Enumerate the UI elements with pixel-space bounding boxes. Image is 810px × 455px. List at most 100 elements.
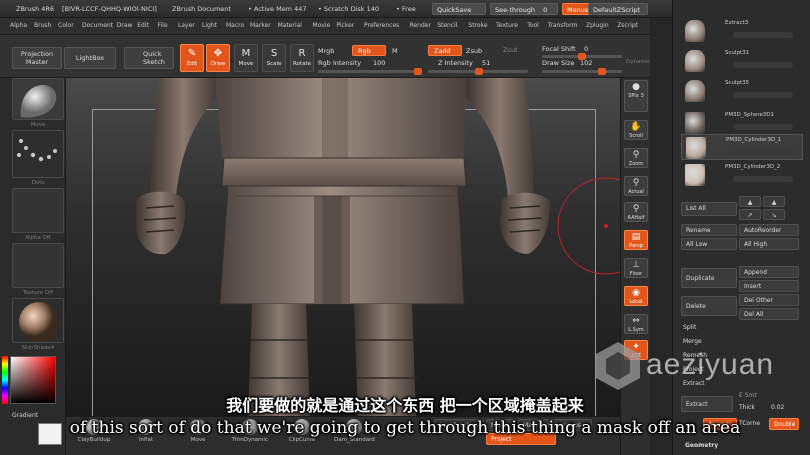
visibility-toggle[interactable]	[733, 124, 793, 130]
all-high-button[interactable]: All High	[739, 238, 799, 250]
arrow-up-icon[interactable]: ↗	[739, 209, 761, 220]
texture-selector[interactable]	[12, 243, 64, 288]
list-all-button[interactable]: List All	[681, 202, 737, 216]
visibility-toggle[interactable]	[733, 62, 793, 68]
spix-button[interactable]: ● SPix 3	[624, 80, 648, 112]
visibility-toggle[interactable]	[733, 176, 793, 182]
scroll-button[interactable]: ✋ Scroll	[624, 120, 648, 140]
menu-picker[interactable]: Picker	[336, 22, 354, 29]
rgb-intensity-knob[interactable]	[414, 68, 422, 75]
subtool-item[interactable]: PM3D_Cylinder3D_2	[681, 162, 803, 188]
focal-shift-slider[interactable]	[542, 53, 622, 60]
subtool-item[interactable]: PM3D_Cylinder3D_1	[681, 134, 803, 160]
projection-master-button[interactable]: Projection Master	[12, 47, 62, 69]
insert-button[interactable]: Insert	[739, 280, 799, 292]
rgb-toggle[interactable]: Rgb	[352, 45, 386, 56]
persp-button[interactable]: ▤ Persp	[624, 230, 648, 250]
move-up-button[interactable]: ▲	[739, 196, 761, 207]
zadd-toggle[interactable]: Zadd	[428, 45, 462, 56]
material-selector[interactable]	[12, 298, 64, 343]
local-button[interactable]: ◉ Local	[624, 286, 648, 306]
canvas-viewport[interactable]	[66, 78, 620, 416]
draw-size-slider[interactable]	[542, 68, 622, 75]
menu-stencil[interactable]: Stencil	[437, 22, 457, 29]
subtool-name: PM3D_Cylinder3D_1	[726, 137, 782, 143]
dynamic-toggle[interactable]: Dynamic	[626, 59, 650, 65]
menu-draw[interactable]: Draw	[117, 22, 133, 29]
default-zscript-button[interactable]: DefaultZScript	[588, 3, 648, 15]
menu-edit[interactable]: Edit	[137, 22, 149, 29]
visibility-toggle[interactable]	[734, 149, 794, 155]
aahalf-button[interactable]: ⚲ AAHalf	[624, 202, 648, 222]
menu-transform[interactable]: Transform	[548, 22, 578, 29]
draw-tool-button[interactable]: ✥ Draw	[206, 44, 230, 72]
alpha-selector[interactable]	[12, 188, 64, 233]
zoom-button[interactable]: ⚲ Zoom	[624, 148, 648, 168]
menu-render[interactable]: Render	[410, 22, 431, 29]
z-intensity-slider[interactable]	[428, 68, 528, 75]
draw-size-knob[interactable]	[598, 68, 606, 75]
floor-icon: ⊥	[632, 260, 640, 270]
del-all-button[interactable]: Del All	[739, 308, 799, 320]
mrgb-toggle[interactable]: Mrgb	[318, 47, 334, 55]
split-section[interactable]: Split	[683, 324, 696, 331]
m-toggle[interactable]: M	[392, 47, 398, 55]
menu-alpha[interactable]: Alpha	[10, 22, 27, 29]
lightbox-button[interactable]: LightBox	[64, 47, 116, 69]
menu-movie[interactable]: Movie	[312, 22, 330, 29]
append-button[interactable]: Append	[739, 266, 799, 278]
menu-macro[interactable]: Macro	[226, 22, 244, 29]
menu-preferences[interactable]: Preferences	[364, 22, 399, 29]
rotate-tool-button[interactable]: R Rotate	[290, 44, 314, 72]
scale-tool-button[interactable]: S Scale	[262, 44, 286, 72]
zcut-toggle[interactable]: Zcut	[498, 45, 523, 56]
lsym-button[interactable]: ⇔ L.Sym	[624, 314, 648, 334]
move-up-alt-button[interactable]: ▲	[763, 196, 785, 207]
menu-brush[interactable]: Brush	[34, 22, 51, 29]
visibility-toggle[interactable]	[733, 92, 793, 98]
seethrough-slider[interactable]: See-through 0	[490, 3, 558, 15]
zsub-toggle[interactable]: Zsub	[466, 47, 482, 55]
menu-marker[interactable]: Marker	[250, 22, 271, 29]
menu-light[interactable]: Light	[202, 22, 217, 29]
duplicate-button[interactable]: Duplicate	[681, 268, 737, 288]
visibility-toggle[interactable]	[733, 32, 793, 38]
menu-zplugin[interactable]: Zplugin	[586, 22, 609, 29]
menu-zscript[interactable]: Zscript	[617, 22, 638, 29]
menu-file[interactable]: File	[158, 22, 168, 29]
sculpt-model	[136, 78, 620, 416]
actual-button[interactable]: ⚲ Actual	[624, 176, 648, 196]
z-intensity-knob[interactable]	[475, 68, 483, 75]
brush-selector[interactable]	[12, 78, 64, 120]
all-low-button[interactable]: All Low	[681, 238, 737, 250]
menu-tool[interactable]: Tool	[527, 22, 539, 29]
quicksave-button[interactable]: QuickSave	[432, 3, 486, 15]
subtool-item[interactable]: Sculpt35	[681, 78, 803, 104]
menu-texture[interactable]: Texture	[496, 22, 518, 29]
menu-material[interactable]: Material	[278, 22, 302, 29]
watermark: aeziyuan	[590, 336, 810, 396]
menu-stroke[interactable]: Stroke	[468, 22, 487, 29]
menu-layer[interactable]: Layer	[178, 22, 195, 29]
auto-reorder-button[interactable]: AutoReorder	[739, 224, 799, 236]
rename-button[interactable]: Rename	[681, 224, 737, 236]
subtool-item[interactable]: Extract3	[681, 18, 803, 44]
material-sphere-icon	[19, 302, 59, 342]
move-tool-button[interactable]: M Move	[234, 44, 258, 72]
menu-color[interactable]: Color	[58, 22, 74, 29]
subtool-item[interactable]: Sculpt31	[681, 48, 803, 74]
stroke-selector[interactable]	[12, 130, 64, 178]
subtool-name: Sculpt35	[725, 80, 750, 86]
subtool-name: PM3D_Sphere3D1	[725, 112, 775, 118]
del-other-button[interactable]: Del Other	[739, 294, 799, 306]
quick-sketch-button[interactable]: Quick Sketch	[124, 47, 174, 69]
arrow-down-icon[interactable]: ↘	[763, 209, 785, 220]
rgb-intensity-slider[interactable]	[318, 68, 422, 75]
material-caption: SkinShade4	[21, 345, 55, 351]
geometry-section[interactable]: Geometry	[685, 442, 718, 449]
floor-button[interactable]: ⊥ Floor	[624, 258, 648, 278]
edit-tool-button[interactable]: ✎ Edit	[180, 44, 204, 72]
menu-document[interactable]: Document	[82, 22, 113, 29]
subtool-item[interactable]: PM3D_Sphere3D1	[681, 110, 803, 136]
delete-button[interactable]: Delete	[681, 296, 737, 316]
